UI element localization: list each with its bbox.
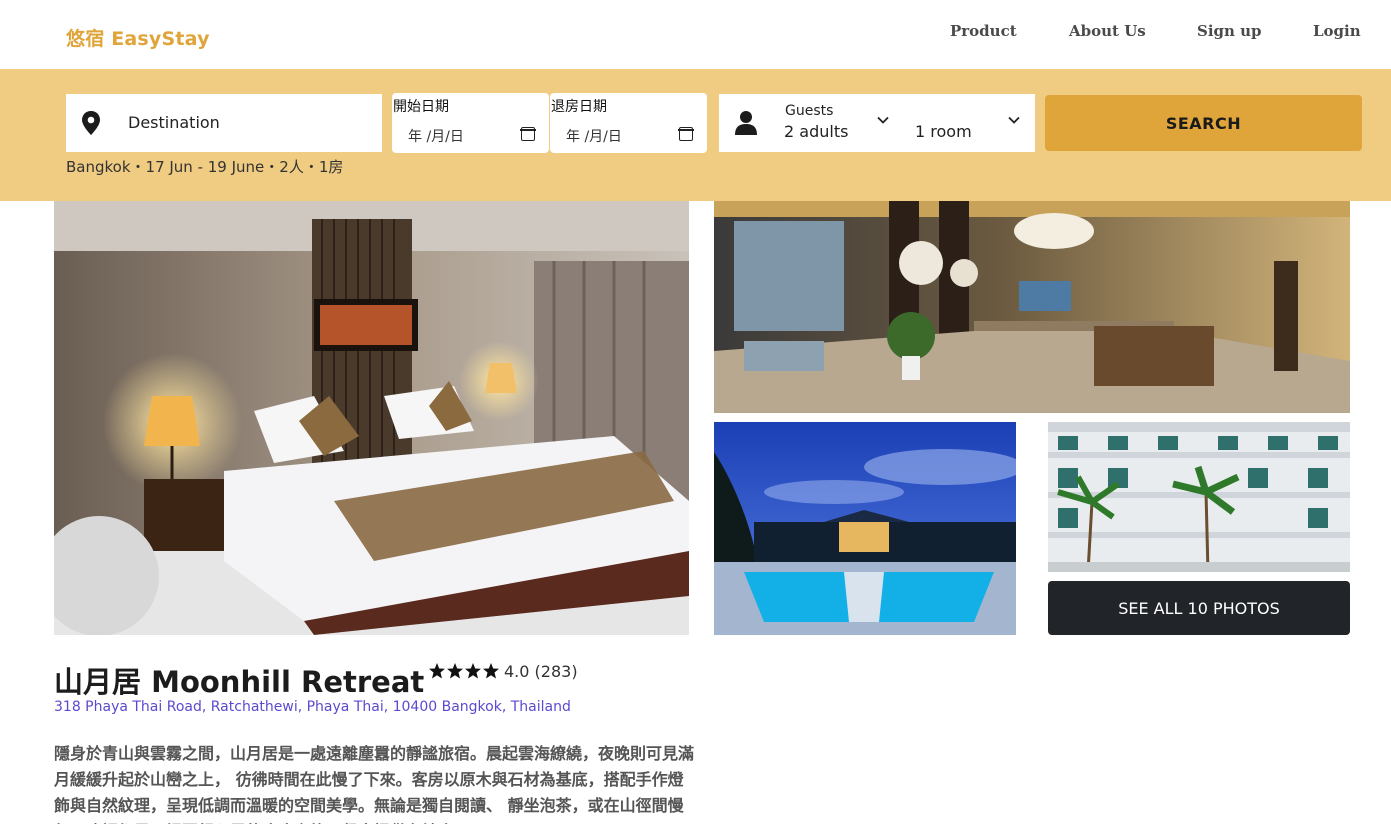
end-date-caption: 退房日期 <box>551 99 607 115</box>
star-icon <box>429 663 499 679</box>
top-navbar: 悠宿 EasyStay Product About Us Sign up Log… <box>0 0 1391 69</box>
hotel-address-link[interactable]: 318 Phaya Thai Road, Ratchathewi, Phaya … <box>54 699 571 715</box>
search-summary: Bangkok・17 Jun - 19 June・2人・1房 <box>66 158 344 176</box>
calendar-icon[interactable] <box>678 127 694 141</box>
start-date-value[interactable]: 年 /月/日 <box>408 126 464 146</box>
guests-rooms-field[interactable]: Guests 2 adults 1 room <box>719 94 1035 152</box>
nav-product-link[interactable]: Product <box>950 22 1017 40</box>
hotel-lobby-photo[interactable] <box>714 201 1350 413</box>
hotel-description: 隱身於青山與雲霧之間，山月居是一處遠離塵囂的靜謐旅宿。晨起雲海繚繞，夜晚則可見滿… <box>54 744 695 824</box>
see-all-photos-button[interactable]: SEE ALL 10 PHOTOS <box>1048 581 1350 635</box>
nav-about-link[interactable]: About Us <box>1069 22 1146 40</box>
rating-score: 4.0 (283) <box>504 662 578 681</box>
hotel-room-photo[interactable] <box>54 201 689 635</box>
calendar-icon[interactable] <box>520 127 536 141</box>
star-rating <box>429 663 499 679</box>
rooms-value[interactable]: 1 room <box>915 122 972 141</box>
start-date-field[interactable]: 開始日期 年 /月/日 <box>392 93 549 153</box>
nav-signup-link[interactable]: Sign up <box>1197 22 1262 40</box>
search-button[interactable]: SEARCH <box>1045 95 1362 151</box>
guests-value[interactable]: 2 adults <box>784 122 848 141</box>
person-icon <box>735 111 757 135</box>
hotel-pool-photo[interactable] <box>714 422 1016 635</box>
nav-login-link[interactable]: Login <box>1313 22 1361 40</box>
guests-caption: Guests <box>785 103 834 119</box>
map-pin-icon <box>82 111 100 135</box>
hotel-courtyard-photo[interactable] <box>1048 422 1350 572</box>
destination-label: Destination <box>128 113 220 132</box>
site-logo[interactable]: 悠宿 EasyStay <box>66 24 210 51</box>
end-date-value[interactable]: 年 /月/日 <box>566 126 622 146</box>
chevron-down-icon[interactable] <box>1005 111 1023 129</box>
start-date-caption: 開始日期 <box>393 99 449 115</box>
end-date-field[interactable]: 退房日期 年 /月/日 <box>550 93 707 153</box>
destination-field[interactable]: Destination <box>66 94 382 152</box>
hotel-name: 山月居 Moonhill Retreat <box>54 665 425 699</box>
chevron-down-icon[interactable] <box>874 111 892 129</box>
search-band: Destination 開始日期 年 /月/日 退房日期 年 /月/日 Gues… <box>0 69 1391 201</box>
